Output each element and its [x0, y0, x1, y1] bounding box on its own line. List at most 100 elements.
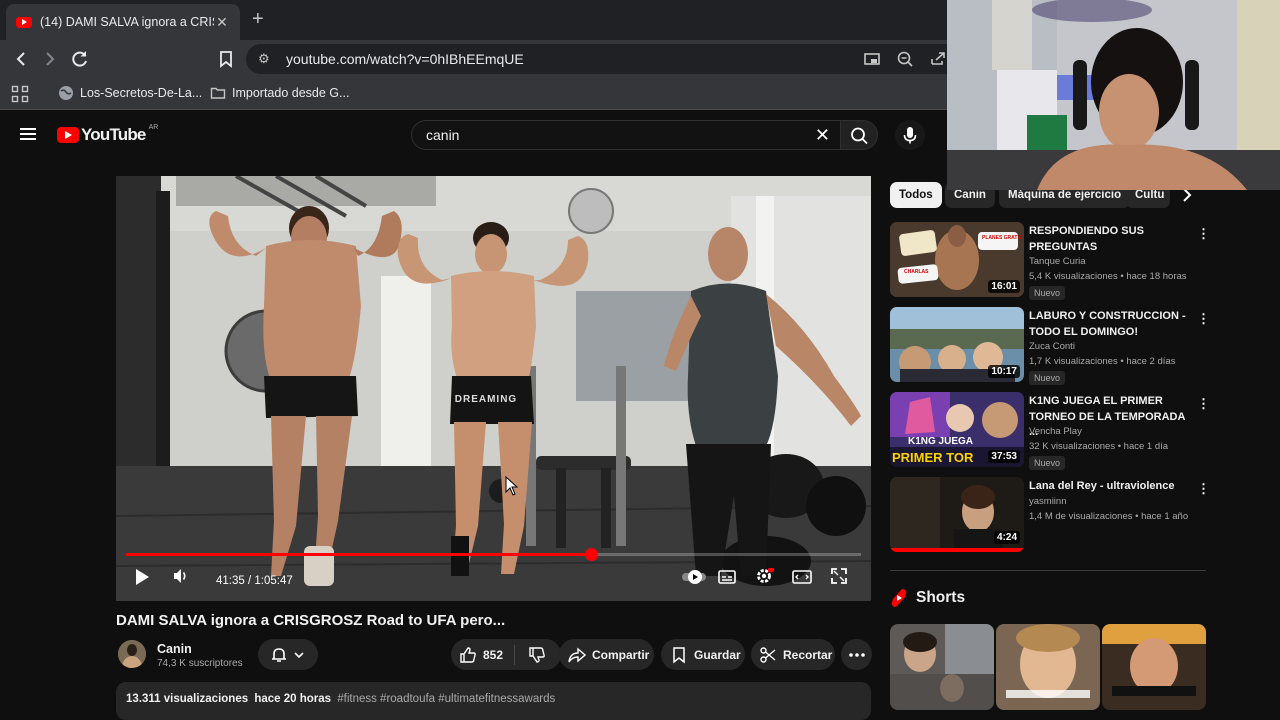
- thumbs-down-icon: [529, 646, 545, 663]
- short-thumbnail[interactable]: [890, 624, 994, 710]
- forward-icon[interactable]: [39, 48, 61, 70]
- video-thumbnail[interactable]: PLANES GRATIS CHARLAS 16:01: [890, 222, 1024, 297]
- recommendation-channel[interactable]: Zuca Conti: [1029, 341, 1075, 352]
- thumbnail-text: K1NG JUEGA: [908, 436, 974, 447]
- address-bar[interactable]: ⚙ youtube.com/watch?v=0hIBhEEmqUE: [246, 44, 966, 74]
- voice-search-button[interactable]: [895, 120, 925, 150]
- shorts-icon: [891, 589, 907, 607]
- short-thumbnail[interactable]: [996, 624, 1100, 710]
- video-thumbnail[interactable]: 4:24: [890, 477, 1024, 552]
- thumbnail-text: PLANES GRATIS: [982, 235, 1023, 241]
- zoom-icon[interactable]: [894, 48, 916, 70]
- clear-search-icon[interactable]: ✕: [815, 125, 830, 146]
- hashtags[interactable]: #fitness #roadtoufa #ultimatefitnessawar…: [337, 693, 555, 705]
- progress-bar[interactable]: [126, 548, 861, 561]
- duration-badge: 37:53: [988, 450, 1020, 463]
- channel-name[interactable]: Canin: [157, 642, 192, 656]
- recommendation-title[interactable]: LABURO Y CONSTRUCCION - TODO EL DOMINGO!: [1029, 309, 1191, 340]
- bell-icon: [272, 647, 304, 662]
- theater-mode-button[interactable]: [792, 569, 812, 588]
- recommendation-meta: 32 K visualizaciones • hace 1 día: [1029, 441, 1169, 452]
- like-button[interactable]: 852: [451, 644, 515, 665]
- thumbnail-text: CHARLAS: [904, 269, 929, 275]
- shorts-logo-text: DREAMING: [454, 394, 518, 405]
- video-thumbnail[interactable]: K1NG JUEGA PRIMER TOR 37:53: [890, 392, 1024, 467]
- settings-button[interactable]: [754, 566, 774, 589]
- globe-icon: [58, 85, 74, 101]
- site-info-icon[interactable]: ⚙: [258, 51, 274, 67]
- youtube-logo[interactable]: YouTube AR: [57, 124, 158, 145]
- subtitles-button[interactable]: [718, 569, 736, 588]
- clip-button[interactable]: Recortar: [751, 639, 835, 670]
- chip-all[interactable]: Todos: [890, 182, 942, 208]
- youtube-logo-icon: [57, 127, 79, 143]
- view-count: 13.311 visualizaciones: [126, 693, 249, 705]
- video-player[interactable]: DREAMING 41:35 / 1:05:47: [116, 176, 871, 601]
- reload-icon[interactable]: [69, 48, 91, 70]
- youtube-favicon-icon: [16, 16, 32, 28]
- apps-icon[interactable]: [11, 85, 29, 103]
- menu-icon[interactable]: [20, 128, 36, 140]
- bookmark-icon[interactable]: [215, 48, 237, 70]
- folder-icon: [210, 85, 226, 101]
- video-title: DAMI SALVA ignora a CRISGROSZ Road to UF…: [116, 612, 506, 629]
- bookmark-item-1[interactable]: Los-Secretos-De-La...: [58, 85, 202, 101]
- webcam-overlay: [947, 0, 1280, 190]
- more-vertical-icon[interactable]: ⋮: [1197, 226, 1210, 242]
- search-button[interactable]: [840, 120, 878, 150]
- save-label: Guardar: [694, 647, 741, 662]
- more-actions-button[interactable]: [841, 639, 872, 670]
- share-page-icon[interactable]: [927, 48, 949, 70]
- new-tab-icon[interactable]: +: [252, 8, 264, 31]
- recommendation-title[interactable]: Lana del Rey - ultraviolence: [1029, 479, 1191, 495]
- recommendation-item[interactable]: 4:24 Lana del Rey - ultraviolence yasmii…: [890, 477, 1210, 557]
- duration-badge: 4:24: [993, 531, 1020, 544]
- short-thumbnail[interactable]: [1102, 624, 1206, 710]
- gear-icon: [757, 568, 774, 583]
- video-thumbnail[interactable]: 10:17: [890, 307, 1024, 382]
- recommendation-channel[interactable]: Vencha Play: [1029, 426, 1082, 437]
- tab-close-icon[interactable]: ✕: [214, 14, 230, 31]
- time-display: 41:35 / 1:05:47: [216, 575, 293, 587]
- shorts-title: Shorts: [916, 589, 966, 606]
- search-value: canin: [426, 127, 460, 143]
- shorts-heading: Shorts: [890, 588, 965, 608]
- more-vertical-icon[interactable]: ⋮: [1197, 396, 1210, 412]
- search-input[interactable]: canin ✕: [411, 120, 841, 150]
- new-badge: Nuevo: [1029, 286, 1066, 300]
- duration-badge: 10:17: [988, 365, 1020, 378]
- notifications-button[interactable]: [258, 639, 318, 670]
- more-vertical-icon[interactable]: ⋮: [1197, 311, 1210, 327]
- clip-label: Recortar: [783, 647, 833, 662]
- bookmark-folder-1[interactable]: Importado desde G...: [210, 85, 349, 101]
- cast-icon[interactable]: [861, 48, 883, 70]
- description-box[interactable]: 13.311 visualizaciones hace 20 horas #fi…: [116, 682, 871, 720]
- bookmark-label: Los-Secretos-De-La...: [80, 86, 203, 100]
- more-vertical-icon[interactable]: ⋮: [1197, 481, 1210, 497]
- channel-avatar[interactable]: [118, 640, 146, 668]
- dislike-button[interactable]: [515, 646, 559, 664]
- search-icon: [851, 127, 868, 145]
- logo-text: YouTube: [81, 125, 146, 144]
- progress-scrubber[interactable]: [584, 548, 598, 561]
- fullscreen-button[interactable]: [830, 567, 848, 588]
- share-button[interactable]: Compartir: [559, 639, 654, 670]
- autoplay-icon: [682, 570, 706, 584]
- save-button[interactable]: Guardar: [661, 639, 745, 670]
- recommendation-title[interactable]: RESPONDIENDO SUS PREGUNTAS: [1029, 224, 1191, 255]
- recommendation-item[interactable]: K1NG JUEGA PRIMER TOR 37:53 K1NG JUEGA E…: [890, 392, 1210, 472]
- back-icon[interactable]: [10, 48, 32, 70]
- share-label: Compartir: [592, 647, 650, 662]
- like-count: 852: [483, 647, 504, 662]
- recommendation-channel[interactable]: yasmiinn: [1029, 496, 1067, 507]
- browser-tab[interactable]: (14) DAMI SALVA ignora a CRISG ✕: [6, 4, 240, 40]
- progress-fill: [126, 553, 591, 556]
- recommendation-channel[interactable]: Tanque Curia: [1029, 256, 1086, 267]
- recommendation-item[interactable]: 10:17 LABURO Y CONSTRUCCION - TODO EL DO…: [890, 307, 1210, 387]
- recommendation-item[interactable]: PLANES GRATIS CHARLAS 16:01 RESPONDIENDO…: [890, 222, 1210, 302]
- volume-button[interactable]: [172, 567, 190, 588]
- autoplay-toggle[interactable]: [681, 568, 709, 589]
- thumbnail-text: PRIMER TOR: [892, 450, 974, 465]
- url-text: youtube.com/watch?v=0hIBhEEmqUE: [286, 51, 524, 67]
- play-button[interactable]: [134, 568, 150, 589]
